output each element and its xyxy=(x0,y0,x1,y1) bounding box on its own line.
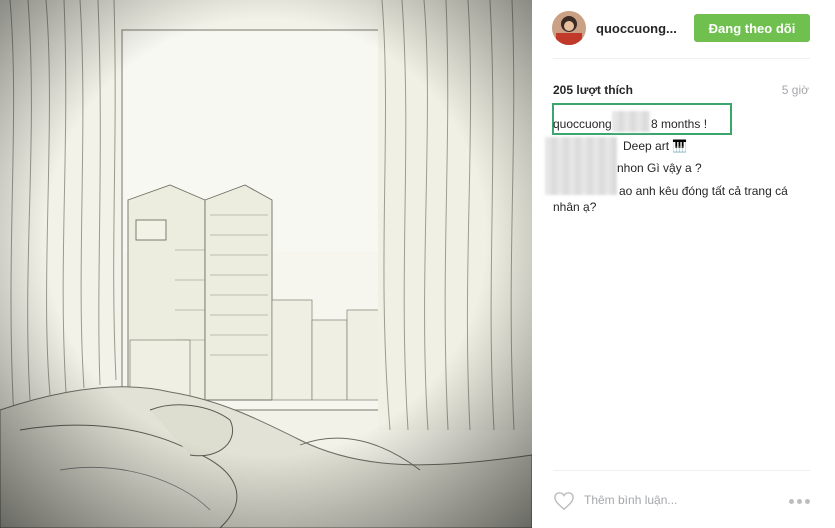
comment-text: ao anh kêu đóng tất cả trang cá xyxy=(619,184,788,198)
redacted-block xyxy=(612,111,650,132)
comment-text: nhân ạ? xyxy=(553,200,597,214)
caption: quoccuong xyxy=(553,116,612,132)
post-timestamp: 5 giờ xyxy=(781,83,809,97)
redacted-block xyxy=(545,137,617,195)
avatar[interactable] xyxy=(552,11,586,45)
footer-divider xyxy=(553,470,810,471)
caption-text: 8 months ! xyxy=(651,117,708,131)
following-button[interactable]: Đang theo dõi xyxy=(694,14,810,42)
comment-author[interactable]: quoccuong xyxy=(553,117,612,131)
more-options-icon[interactable] xyxy=(789,499,811,505)
comment-text: Deep art 🎹 xyxy=(623,139,688,153)
comment-text: nhon Gì vậy a ? xyxy=(617,161,702,175)
add-comment-input[interactable]: Thêm bình luận... xyxy=(584,493,677,507)
header-divider xyxy=(553,58,810,59)
post-photo xyxy=(0,0,532,528)
sketch-image xyxy=(0,0,532,528)
post-author-username[interactable]: quoccuong... xyxy=(596,21,677,36)
heart-icon[interactable] xyxy=(553,491,575,511)
likes-count[interactable]: 205 lượt thích xyxy=(553,83,633,97)
post-details-panel: quoccuong... Đang theo dõi 205 lượt thíc… xyxy=(532,0,835,528)
